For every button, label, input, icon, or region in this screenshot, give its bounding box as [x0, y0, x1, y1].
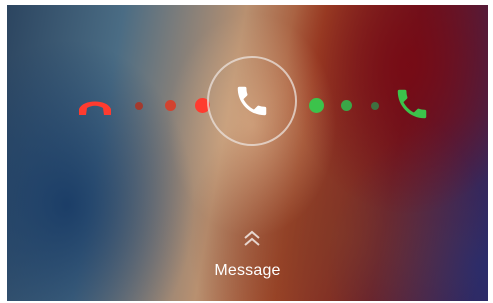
- decline-track-dot: [165, 100, 176, 111]
- answer-track-dot: [371, 102, 379, 110]
- message-label[interactable]: Message: [7, 262, 488, 280]
- phone-icon: [237, 86, 267, 116]
- decline-track-dot: [135, 102, 143, 110]
- decline-call-icon[interactable]: [77, 93, 113, 119]
- double-chevron-up-icon[interactable]: [241, 229, 263, 249]
- incoming-call-screen: Message: [7, 5, 488, 301]
- answer-track-dot: [309, 98, 324, 113]
- answer-call-icon[interactable]: [393, 85, 431, 123]
- answer-track-dot: [341, 100, 352, 111]
